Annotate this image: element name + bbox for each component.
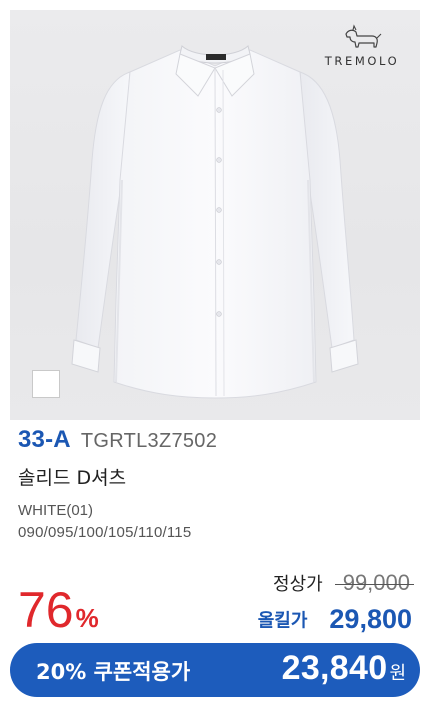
discount-percent-sign: %	[75, 603, 99, 633]
shirt-image	[71, 45, 359, 399]
product-name[interactable]: 솔리드 D셔츠	[18, 463, 126, 490]
product-sizes: 090/095/100/105/110/115	[18, 524, 192, 541]
regular-price: 99,000	[334, 570, 415, 595]
sale-price-row: 올킬가 29,800	[258, 604, 412, 635]
dachshund-dog-icon	[345, 24, 382, 48]
brand-logo: TREMOLO	[320, 24, 404, 68]
sale-price: 29,800	[329, 604, 412, 634]
product-code-line: 33-A TGRTL3Z7502	[18, 426, 217, 454]
coupon-label: 20% 쿠폰적용가	[36, 660, 191, 684]
coupon-price-bar[interactable]: 20% 쿠폰적용가 23,840 원	[10, 643, 420, 697]
product-color: WHITE(01)	[18, 502, 93, 519]
discount-rate: 76%	[18, 585, 99, 635]
product-code-tag: 33-A	[18, 426, 71, 453]
color-swatch-white[interactable]	[32, 370, 60, 398]
coupon-price: 23,840	[281, 649, 388, 687]
sale-price-label: 올킬가	[257, 610, 308, 632]
coupon-price-group: 23,840 원	[282, 649, 406, 688]
regular-price-label: 정상가	[273, 574, 323, 595]
product-image[interactable]: TREMOLO	[10, 10, 420, 420]
model-number: TGRTL3Z7502	[80, 430, 218, 452]
brand-name: TREMOLO	[324, 54, 400, 68]
discount-number: 76	[18, 582, 74, 638]
product-card[interactable]: TREMOLO 33-A TGRTL3Z7502 솔리드 D셔츠 WHITE(01…	[0, 0, 430, 710]
coupon-currency-unit: 원	[389, 663, 406, 684]
regular-price-row: 정상가 99,000	[273, 570, 415, 596]
